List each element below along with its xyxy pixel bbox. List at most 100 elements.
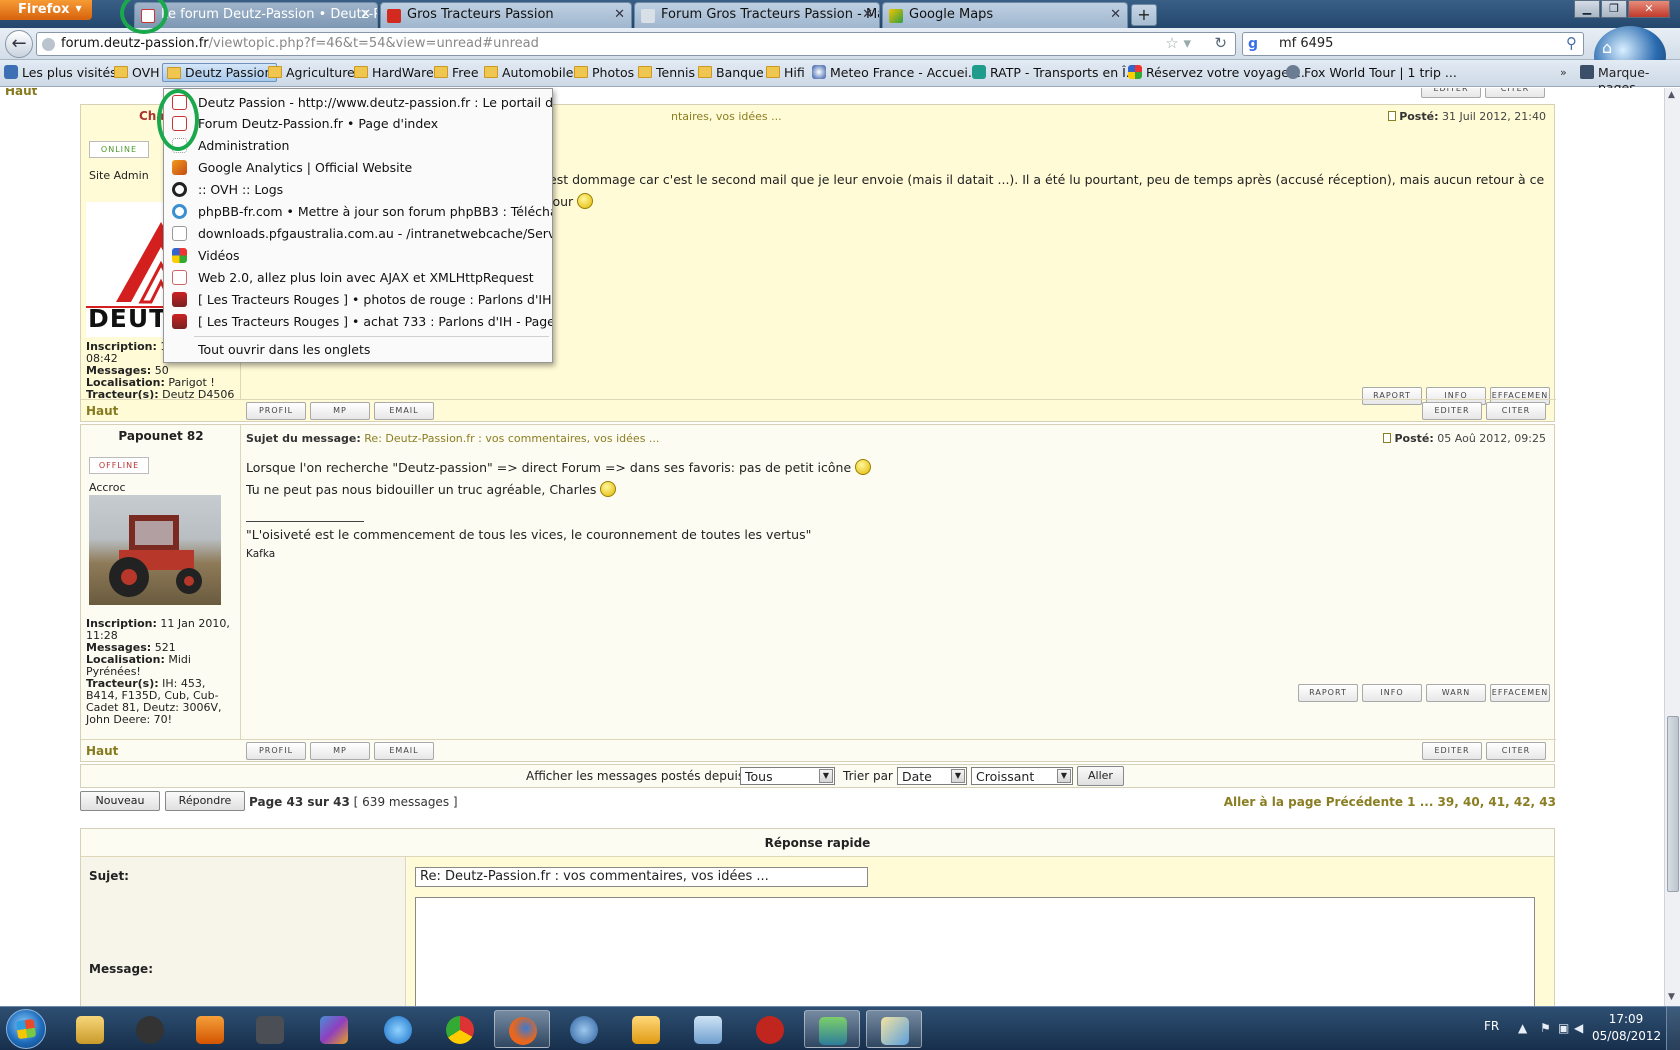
- maximize-button[interactable]: ❐: [1601, 0, 1627, 18]
- close-tab-icon[interactable]: ✕: [360, 7, 371, 22]
- haut-link[interactable]: Haut: [86, 404, 118, 418]
- close-tab-icon[interactable]: ✕: [614, 7, 625, 22]
- menu-item-web20-ajax[interactable]: Web 2.0, allez plus loin avec AJAX et XM…: [164, 267, 552, 289]
- subject-text[interactable]: Re: Deutz-Passion.fr : vos commentaires,…: [364, 432, 659, 445]
- email-button[interactable]: EMAIL: [374, 402, 434, 420]
- tab-deutz-forum[interactable]: Le forum Deutz-Passion • Deutz-Passi... …: [134, 2, 378, 28]
- bookmark-folder-banque[interactable]: Banque: [696, 65, 764, 80]
- taskbar-network[interactable]: [804, 1010, 860, 1048]
- profile-button[interactable]: PROFIL: [246, 742, 306, 760]
- goto-page-link[interactable]: Aller à la page: [1224, 795, 1322, 809]
- menu-item-ovh-logs[interactable]: :: OVH :: Logs: [164, 179, 552, 201]
- report-button[interactable]: RAPORT: [1298, 684, 1358, 702]
- bookmark-star-icon[interactable]: ☆ ▾: [1165, 34, 1191, 52]
- bookmark-reservez-voyage[interactable]: Réservez votre voyage ...: [1126, 65, 1305, 80]
- quote-button[interactable]: CITER: [1486, 402, 1546, 420]
- menu-item-google-analytics[interactable]: Google Analytics | Official Website: [164, 157, 552, 179]
- menu-item-deutz-passion-portal[interactable]: Deutz Passion - http://www.deutz-passion…: [164, 92, 552, 114]
- new-tab-button[interactable]: +: [1131, 4, 1157, 26]
- bookmark-folder-automobile[interactable]: Automobile: [482, 65, 573, 80]
- taskbar-firefox[interactable]: [494, 1010, 550, 1048]
- bookmark-folder-tennis[interactable]: Tennis: [636, 65, 695, 80]
- previous-page-link[interactable]: Précédente: [1326, 795, 1403, 809]
- taskbar-lightroom[interactable]: [242, 1010, 298, 1048]
- bookmark-meteo-france[interactable]: Meteo France - Accuei...: [810, 65, 980, 80]
- quote-button[interactable]: CITER: [1485, 88, 1545, 98]
- menu-item-pfgaustralia[interactable]: downloads.pfgaustralia.com.au - /intrane…: [164, 223, 552, 245]
- post-icon[interactable]: [1388, 111, 1397, 121]
- show-hidden-icons-icon[interactable]: ▲: [1518, 1021, 1527, 1035]
- bookmarks-overflow-button[interactable]: »: [1560, 66, 1567, 79]
- show-desktop-button[interactable]: [1666, 1007, 1680, 1050]
- bookmark-folder-deutz-passion[interactable]: Deutz Passion: [162, 63, 278, 82]
- bookmark-les-plus-visites[interactable]: Les plus visités: [2, 65, 117, 80]
- search-icon[interactable]: ⚲: [1566, 34, 1577, 52]
- bookmark-folder-free[interactable]: Free: [432, 65, 479, 80]
- message-textarea[interactable]: [415, 897, 1535, 1006]
- haut-link[interactable]: Haut: [86, 744, 118, 758]
- bookmark-folder-agriculture[interactable]: Agriculture: [266, 65, 355, 80]
- bookmark-ratp[interactable]: RATP - Transports en Î...: [970, 65, 1138, 80]
- site-identity-icon[interactable]: [42, 38, 55, 51]
- bookmark-folder-ovh[interactable]: OVH: [112, 65, 160, 80]
- taskbar-internet-explorer[interactable]: [370, 1010, 426, 1048]
- taskbar-photo-viewer[interactable]: [680, 1010, 736, 1048]
- profile-button[interactable]: PROFIL: [246, 402, 306, 420]
- search-input[interactable]: mf 6495: [1279, 36, 1333, 51]
- menu-item-administration[interactable]: Administration: [164, 135, 552, 157]
- post-author-name[interactable]: Papounet 82: [81, 429, 241, 443]
- bookmark-folder-hifi[interactable]: Hifi: [764, 65, 805, 80]
- subject-input[interactable]: Re: Deutz-Passion.fr : vos commentaires,…: [415, 867, 868, 887]
- taskbar-explorer[interactable]: [62, 1010, 118, 1048]
- language-indicator[interactable]: FR: [1484, 1019, 1499, 1033]
- volume-icon[interactable]: ◀: [1574, 1021, 1583, 1035]
- close-window-button[interactable]: ✕: [1628, 0, 1670, 18]
- since-select[interactable]: Tous ▼: [740, 767, 835, 785]
- minimize-button[interactable]: ▁: [1574, 0, 1600, 18]
- menu-item-tracteurs-rouges-achat[interactable]: [ Les Tracteurs Rouges ] • achat 733 : P…: [164, 311, 552, 333]
- menu-item-forum-index[interactable]: Forum Deutz-Passion.fr • Page d'index: [164, 113, 552, 135]
- sort-order-select[interactable]: Croissant ▼: [971, 767, 1073, 785]
- delete-button[interactable]: EFFACEMEN: [1490, 684, 1550, 702]
- page-scrollbar[interactable]: ▲ ▼: [1664, 88, 1680, 1006]
- scroll-down-icon[interactable]: ▼: [1668, 992, 1675, 1002]
- system-clock[interactable]: 17:09 05/08/2012: [1592, 1011, 1661, 1045]
- info-button[interactable]: INFO: [1362, 684, 1422, 702]
- post-icon[interactable]: [1383, 433, 1392, 443]
- email-button[interactable]: EMAIL: [374, 742, 434, 760]
- url-bar[interactable]: forum.deutz-passion.fr/viewtopic.php?f=4…: [36, 32, 1236, 56]
- taskbar-media-player[interactable]: [182, 1010, 238, 1048]
- taskbar-hp[interactable]: [122, 1010, 178, 1048]
- tab-google-maps[interactable]: Google Maps ✕: [882, 2, 1128, 28]
- reply-button[interactable]: Répondre: [165, 791, 245, 811]
- page-links[interactable]: 1 ... 39, 40, 41, 42, 43: [1407, 795, 1556, 809]
- close-tab-icon[interactable]: ✕: [862, 7, 873, 22]
- sort-by-select[interactable]: Date ▼: [897, 767, 967, 785]
- taskbar-paint[interactable]: [866, 1010, 922, 1048]
- scroll-up-icon[interactable]: ▲: [1668, 90, 1675, 100]
- network-tray-icon[interactable]: ▣: [1558, 1021, 1569, 1035]
- taskbar-filezilla[interactable]: [742, 1010, 798, 1048]
- edit-button[interactable]: EDITER: [1422, 402, 1482, 420]
- quote-button[interactable]: CITER: [1486, 742, 1546, 760]
- menu-item-videos[interactable]: Vidéos: [164, 245, 552, 267]
- haut-link[interactable]: Haut: [5, 88, 37, 98]
- back-button[interactable]: ←: [5, 30, 33, 58]
- menu-item-tracteurs-rouges-photos[interactable]: [ Les Tracteurs Rouges ] • photos de rou…: [164, 289, 552, 311]
- google-engine-icon[interactable]: g: [1248, 36, 1258, 52]
- edit-button[interactable]: EDITER: [1421, 88, 1481, 98]
- taskbar-outlook[interactable]: [618, 1010, 674, 1048]
- bookmark-fox-world-tour[interactable]: Fox World Tour | 1 trip ...: [1284, 65, 1457, 80]
- taskbar-movie-maker[interactable]: [306, 1010, 362, 1048]
- taskbar-chrome[interactable]: [432, 1010, 488, 1048]
- private-message-button[interactable]: MP: [310, 402, 370, 420]
- go-button[interactable]: Aller: [1077, 766, 1124, 786]
- private-message-button[interactable]: MP: [310, 742, 370, 760]
- menu-item-phpbb-fr[interactable]: phpBB-fr.com • Mettre à jour son forum p…: [164, 201, 552, 223]
- bookmark-folder-photos[interactable]: Photos: [572, 65, 634, 80]
- menu-item-open-all-tabs[interactable]: Tout ouvrir dans les onglets: [164, 339, 552, 361]
- warn-button[interactable]: WARN: [1426, 684, 1486, 702]
- scrollbar-thumb[interactable]: [1667, 716, 1679, 892]
- close-tab-icon[interactable]: ✕: [1110, 7, 1121, 22]
- edit-button[interactable]: EDITER: [1422, 742, 1482, 760]
